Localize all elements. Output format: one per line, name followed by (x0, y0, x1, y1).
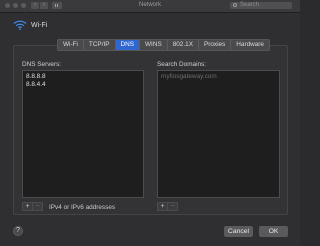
add-search-domain-button[interactable]: + (158, 203, 168, 210)
tab-8021x[interactable]: 802.1X (168, 40, 199, 50)
network-window: ‹ › Network Search Wi-Fi Wi-Fi TCP/IP DN… (0, 0, 300, 246)
search-domains-label: Search Domains: (157, 61, 207, 68)
interface-name: Wi-Fi (31, 22, 48, 29)
cancel-button[interactable]: Cancel (224, 226, 253, 237)
tab-bar: Wi-Fi TCP/IP DNS WINS 802.1X Proxies Har… (57, 39, 270, 51)
dns-hint: IPv4 or IPv6 addresses (49, 204, 116, 211)
dns-servers-label: DNS Servers: (22, 61, 62, 68)
tab-wins[interactable]: WINS (140, 40, 168, 50)
tab-proxies[interactable]: Proxies (199, 40, 232, 50)
title-bar: ‹ › Network Search (0, 0, 300, 13)
remove-dns-server-button[interactable]: − (33, 203, 42, 210)
search-domains-placeholder: myfiosgateway.com (161, 73, 217, 80)
search-icon (233, 3, 237, 7)
help-button[interactable]: ? (13, 226, 23, 236)
tab-dns[interactable]: DNS (115, 40, 141, 50)
tab-hardware[interactable]: Hardware (231, 40, 269, 50)
add-dns-server-button[interactable]: + (23, 203, 33, 210)
search-input[interactable]: Search (230, 2, 292, 9)
ok-button[interactable]: OK (259, 226, 288, 237)
search-placeholder: Search (240, 2, 260, 8)
dns-server-add-remove: + − (22, 202, 43, 211)
search-domain-add-remove: + − (157, 202, 178, 211)
wifi-icon (13, 20, 27, 30)
list-item[interactable]: 8.8.4.4 (23, 81, 143, 89)
remove-search-domain-button[interactable]: − (168, 203, 177, 210)
tab-wifi[interactable]: Wi-Fi (58, 40, 84, 50)
dns-servers-list[interactable]: 8.8.8.8 8.8.4.4 (22, 70, 144, 198)
list-item[interactable]: 8.8.8.8 (23, 73, 143, 81)
search-domains-list[interactable]: myfiosgateway.com (157, 70, 280, 198)
tab-tcpip[interactable]: TCP/IP (84, 40, 116, 50)
